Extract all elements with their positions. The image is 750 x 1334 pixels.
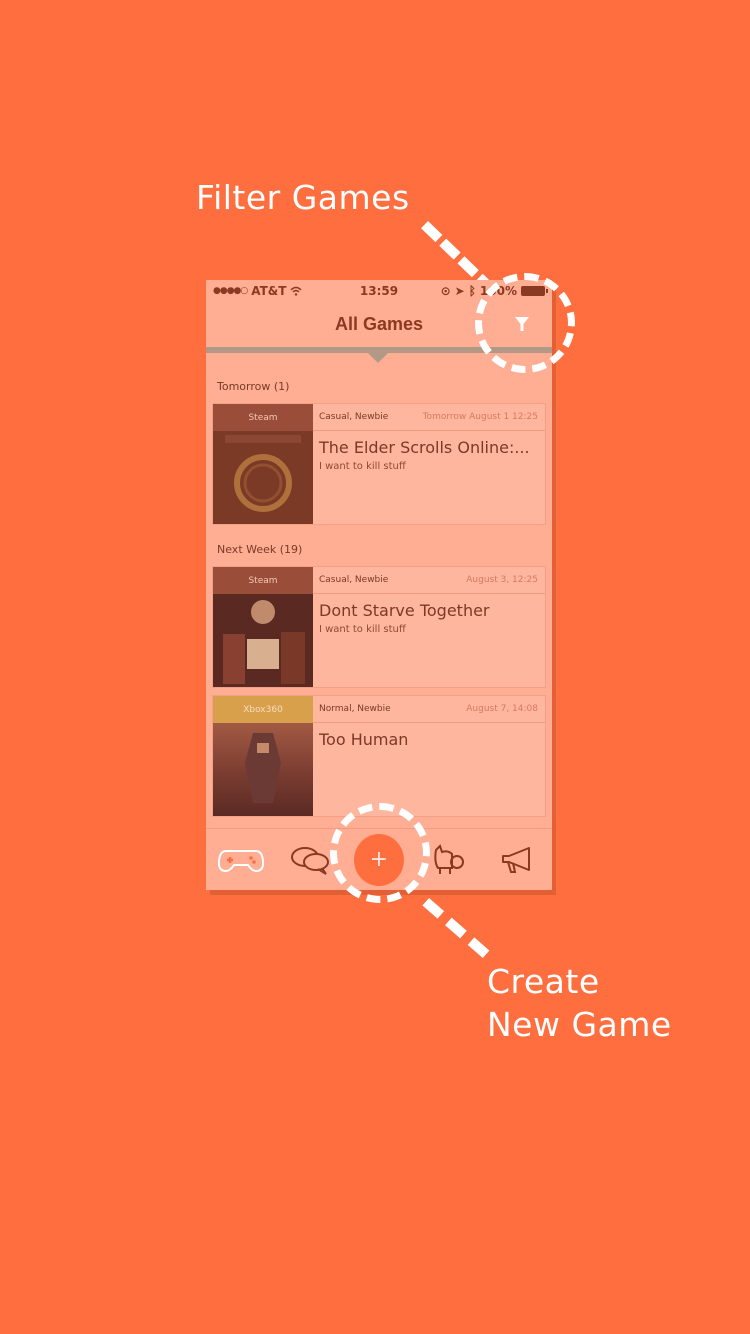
game-tags: Normal, Newbie [319, 704, 391, 714]
carrier-label: AT&T [251, 284, 287, 298]
game-card[interactable]: Steam Casual, Newbie August 3, 12:25 Don… [212, 566, 546, 688]
section-header-tomorrow: Tomorrow (1) [217, 379, 290, 393]
create-highlight-ring [330, 803, 430, 903]
game-cover-art [213, 723, 313, 816]
game-meta: Casual, Newbie August 3, 12:25 [313, 567, 545, 594]
create-caption-line1: Create [487, 962, 600, 1001]
game-thumbnail: Xbox360 [213, 696, 313, 816]
chat-bubbles-icon [290, 846, 329, 875]
game-date: August 7, 14:08 [466, 704, 538, 714]
status-left: ●●●●○ AT&T [213, 284, 333, 298]
game-cover-art [213, 594, 313, 687]
game-description: I want to kill stuff [319, 461, 406, 472]
tab-announcements[interactable] [492, 840, 542, 880]
rotation-lock-icon: ⊙ [440, 284, 451, 298]
game-date: August 3, 12:25 [466, 575, 538, 585]
game-title: Dont Starve Together [319, 601, 490, 620]
game-tags: Casual, Newbie [319, 575, 389, 585]
pets-icon [434, 843, 465, 874]
create-caption-line2: New Game [487, 1005, 672, 1044]
location-icon: ➤ [454, 284, 465, 298]
game-date: Tomorrow August 1 12:25 [422, 412, 538, 422]
phone-screen: ●●●●○ AT&T 13:59 ⊙ ➤ ᛒ 100% All Games To… [206, 280, 552, 890]
create-connector-line [422, 898, 490, 959]
game-card-body: Casual, Newbie August 3, 12:25 Dont Star… [313, 567, 545, 687]
page-title: All Games [334, 314, 424, 334]
game-description: I want to kill stuff [319, 624, 406, 635]
game-meta: Casual, Newbie Tomorrow August 1 12:25 [313, 404, 545, 431]
platform-label: Xbox360 [213, 696, 313, 723]
signal-icon: ●●●●○ [213, 286, 248, 296]
game-card[interactable]: Steam Casual, Newbie Tomorrow August 1 1… [212, 403, 546, 525]
tab-games[interactable] [216, 840, 266, 880]
game-title: The Elder Scrolls Online:... [319, 438, 530, 457]
game-cover-art [213, 431, 313, 524]
game-meta: Normal, Newbie August 7, 14:08 [313, 696, 545, 723]
wifi-icon [290, 286, 302, 296]
game-title: Too Human [319, 730, 409, 749]
gamepad-icon [217, 849, 264, 872]
platform-label: Steam [213, 404, 313, 431]
section-header-next-week: Next Week (19) [217, 542, 303, 556]
platform-label: Steam [213, 567, 313, 594]
game-card[interactable]: Xbox360 Normal, Newbie August 7, 14:08 T… [212, 695, 546, 817]
game-card-body: Casual, Newbie Tomorrow August 1 12:25 T… [313, 404, 545, 524]
tab-chat[interactable] [285, 840, 335, 880]
game-thumbnail: Steam [213, 404, 313, 524]
tab-pets[interactable] [423, 840, 473, 880]
megaphone-icon [502, 846, 531, 873]
game-tags: Casual, Newbie [319, 412, 389, 422]
create-game-caption: Create New Game [487, 960, 672, 1046]
status-time: 13:59 [359, 284, 399, 298]
game-card-body: Normal, Newbie August 7, 14:08 Too Human [313, 696, 545, 816]
filter-highlight-ring [475, 273, 575, 373]
filter-games-caption: Filter Games [196, 178, 410, 217]
game-thumbnail: Steam [213, 567, 313, 687]
bluetooth-icon: ᛒ [468, 284, 476, 298]
